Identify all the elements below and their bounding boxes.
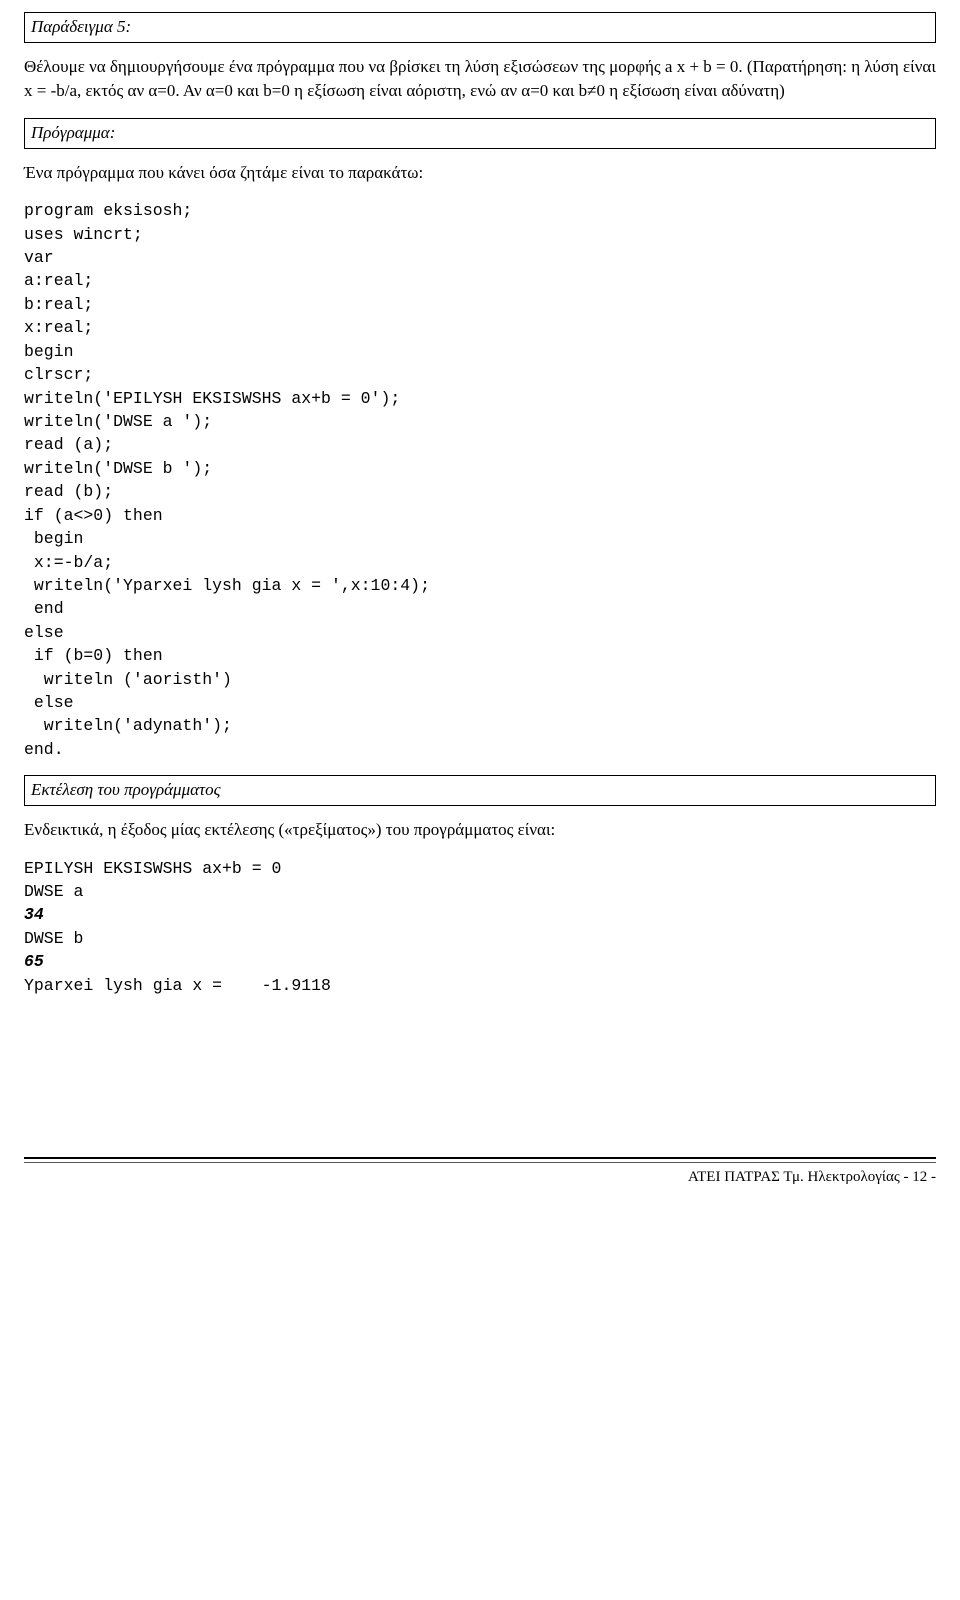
out-line1: EPILYSH EKSISWSHS ax+b = 0 [24,859,281,878]
program-intro: Ένα πρόγραμμα που κάνει όσα ζητάμε είναι… [24,161,936,186]
out-line4: Yparxei lysh gia x = -1.9118 [24,976,331,995]
footer-rule-1 [24,1157,936,1159]
example-title-box: Παράδειγμα 5: [24,12,936,43]
program-subheading: Πρόγραμμα: [31,123,115,142]
execution-subheading-box: Εκτέλεση του προγράμματος [24,775,936,806]
description-paragraph: Θέλουμε να δημιουργήσουμε ένα πρόγραμμα … [24,55,936,104]
code-block: program eksisosh; uses wincrt; var a:rea… [24,199,936,761]
out-line3: DWSE b [24,929,83,948]
execution-subheading: Εκτέλεση του προγράμματος [31,780,221,799]
execution-intro: Ενδεικτικά, η έξοδος μίας εκτέλεσης («τρ… [24,818,936,843]
footer-text: ΑΤΕΙ ΠΑΤΡΑΣ Τμ. Ηλεκτρολογίας - 12 - [24,1163,936,1205]
out-input1: 34 [24,905,44,924]
program-subheading-box: Πρόγραμμα: [24,118,936,149]
example-title: Παράδειγμα 5: [31,17,131,36]
out-line2: DWSE a [24,882,83,901]
output-block: EPILYSH EKSISWSHS ax+b = 0 DWSE a 34 DWS… [24,857,936,998]
out-input2: 65 [24,952,44,971]
